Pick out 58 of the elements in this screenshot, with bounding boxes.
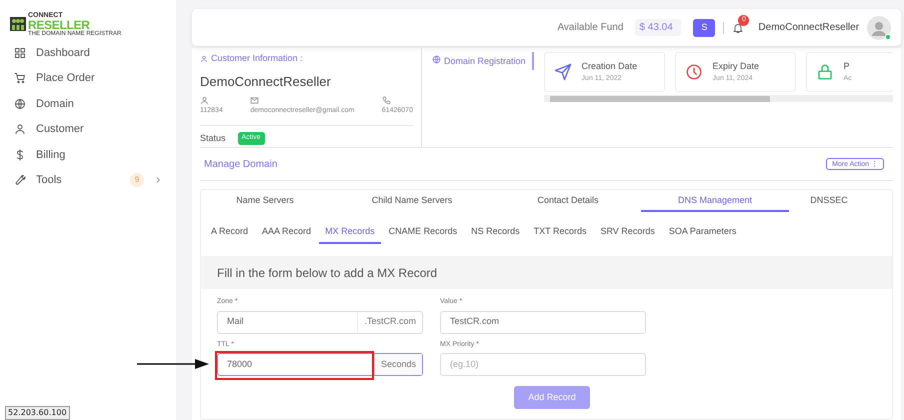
sidebar-item[interactable]: Billing: [0, 142, 176, 168]
section-heading: Customer Information :: [211, 52, 303, 65]
record-tab[interactable]: NS Records: [465, 222, 526, 244]
form-title: Fill in the form below to add a MX Record: [217, 264, 438, 282]
phone-icon: [382, 96, 391, 105]
tab[interactable]: DNSSEC: [789, 192, 869, 212]
domain-registration-tab[interactable]: Domain Registration: [432, 52, 534, 70]
status-label: Status: [200, 132, 226, 144]
customer-name: DemoConnectReseller: [200, 72, 332, 90]
manage-domain-title: Manage Domain: [204, 158, 278, 172]
user-icon: [200, 96, 209, 105]
cart-icon: [14, 72, 26, 84]
logo-mark-icon: [10, 17, 26, 31]
input-field[interactable]: TestCR.com: [440, 310, 646, 334]
globe-icon: [14, 98, 26, 110]
pointer-arrow: [137, 359, 209, 369]
lock-icon: [816, 63, 834, 81]
stat-title: Creation Date: [582, 60, 638, 73]
sidebar-item[interactable]: Dashboard: [0, 40, 176, 66]
dollar-icon: [14, 148, 26, 161]
record-tab[interactable]: A Record: [205, 222, 254, 244]
clock-icon: [684, 63, 703, 81]
record-tab[interactable]: AAA Record: [256, 222, 318, 244]
record-tab[interactable]: MX Records: [319, 222, 381, 244]
chevron-right-icon: [154, 176, 162, 184]
globe-icon: [432, 55, 441, 64]
input-field[interactable]: Mail .TestCR.com: [217, 310, 423, 334]
bell-icon: [732, 22, 744, 34]
record-tab[interactable]: TXT Records: [528, 222, 592, 244]
tab[interactable]: Contact Details: [495, 192, 641, 212]
sidebar-item[interactable]: Customer: [0, 116, 176, 142]
record-tab[interactable]: CNAME Records: [382, 222, 464, 244]
stat-title: Expiry Date: [712, 60, 760, 73]
sidebar-item[interactable]: Tools 9: [0, 168, 176, 193]
user-icon: [14, 123, 26, 136]
record-tab[interactable]: SOA Parameters: [662, 222, 742, 244]
input-suffix: .TestCR.com: [357, 312, 422, 332]
tab[interactable]: Child Name Servers: [329, 192, 495, 212]
user-name[interactable]: DemoConnectReseller: [758, 20, 860, 35]
send-icon: [554, 63, 572, 81]
fund-amount: $ 43.04: [635, 19, 682, 36]
mail-icon: [250, 96, 260, 105]
sidebar-item[interactable]: Place Order: [0, 66, 176, 91]
horizontal-scrollbar[interactable]: [544, 95, 894, 102]
currency-button[interactable]: S: [693, 18, 716, 36]
wrench-icon: [14, 174, 26, 186]
count-badge: 9: [130, 173, 144, 188]
tab[interactable]: DNS Management: [641, 192, 789, 212]
sidebar-item[interactable]: Domain: [0, 91, 176, 116]
stat-title: P: [844, 60, 851, 73]
user-icon: [200, 54, 208, 63]
fund-label: Available Fund: [557, 21, 624, 35]
ip-address-label: 52.203.60.100: [5, 406, 70, 420]
avatar-icon[interactable]: [867, 16, 892, 40]
record-tab[interactable]: SRV Records: [594, 222, 661, 244]
tab[interactable]: Name Servers: [201, 192, 329, 212]
input-suffix: Seconds: [374, 354, 422, 375]
grid-icon: [14, 46, 26, 59]
